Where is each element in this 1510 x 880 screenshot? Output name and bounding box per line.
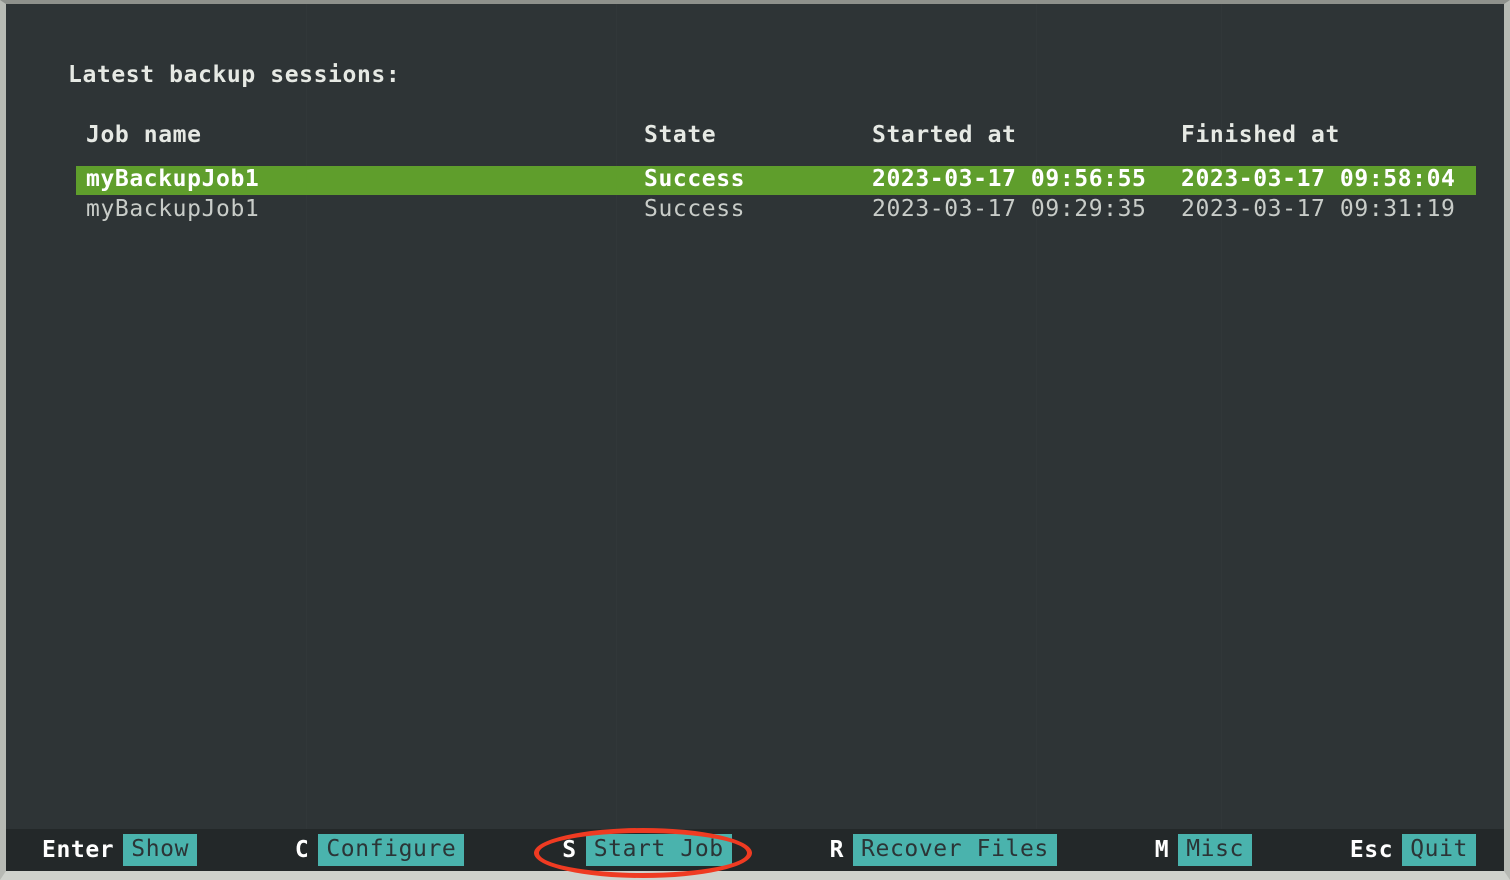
column-header-finished-at: Finished at bbox=[1181, 122, 1340, 148]
keybinding-action-show: Show bbox=[123, 834, 198, 866]
keybinding-recover-files[interactable]: R Recover Files bbox=[830, 829, 1057, 871]
table-header-row: Job name State Started at Finished at bbox=[6, 122, 1504, 166]
keybinding-key-m: M bbox=[1154, 837, 1170, 863]
cell-state: Success bbox=[644, 166, 746, 192]
cell-job-name: myBackupJob1 bbox=[86, 196, 260, 222]
page-title: Latest backup sessions: bbox=[68, 62, 401, 88]
keybinding-key-esc: Esc bbox=[1349, 837, 1394, 863]
keybinding-quit[interactable]: Esc Quit bbox=[1350, 829, 1476, 871]
keybinding-action-quit: Quit bbox=[1402, 834, 1476, 866]
column-header-state: State bbox=[644, 122, 717, 148]
backup-sessions-table: Job name State Started at Finished at my… bbox=[6, 122, 1504, 226]
terminal-screen: Latest backup sessions: Job name State S… bbox=[6, 4, 1504, 871]
keybinding-show[interactable]: Enter Show bbox=[42, 829, 198, 871]
table-row[interactable]: myBackupJob1 Success 2023-03-17 09:56:55… bbox=[6, 166, 1504, 196]
column-header-started-at: Started at bbox=[872, 122, 1017, 148]
cell-job-name: myBackupJob1 bbox=[86, 166, 260, 192]
cell-finished-at: 2023-03-17 09:31:19 bbox=[1181, 196, 1456, 222]
keybinding-action-misc: Misc bbox=[1178, 834, 1252, 866]
table-row[interactable]: myBackupJob1 Success 2023-03-17 09:29:35… bbox=[6, 196, 1504, 226]
keybinding-action-start-job: Start Job bbox=[585, 834, 732, 866]
cell-started-at: 2023-03-17 09:29:35 bbox=[872, 196, 1147, 222]
cell-state: Success bbox=[644, 196, 746, 222]
cell-finished-at: 2023-03-17 09:58:04 bbox=[1181, 166, 1456, 192]
keybinding-start-job[interactable]: S Start Job bbox=[562, 829, 732, 871]
keybinding-misc[interactable]: M Misc bbox=[1155, 829, 1252, 871]
keybinding-configure[interactable]: C Configure bbox=[294, 829, 465, 871]
main-content: Latest backup sessions: Job name State S… bbox=[6, 4, 1504, 829]
status-bar: Enter Show C Configure S Start Job R Rec… bbox=[6, 829, 1504, 871]
keybinding-key-c: C bbox=[294, 837, 310, 863]
keybinding-key-r: R bbox=[829, 837, 845, 863]
keybinding-action-configure: Configure bbox=[318, 834, 465, 866]
keybinding-key-s: S bbox=[562, 837, 577, 863]
column-header-job-name: Job name bbox=[86, 122, 202, 148]
keybinding-action-recover-files: Recover Files bbox=[853, 834, 1057, 866]
cell-started-at: 2023-03-17 09:56:55 bbox=[872, 166, 1147, 192]
terminal-window: Latest backup sessions: Job name State S… bbox=[0, 0, 1510, 880]
keybinding-key-enter: Enter bbox=[42, 837, 115, 863]
